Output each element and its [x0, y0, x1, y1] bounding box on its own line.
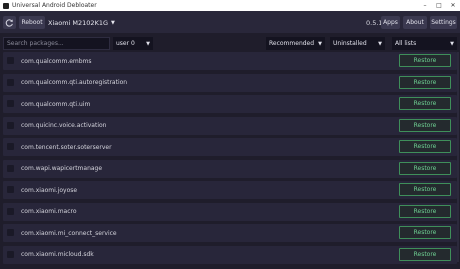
package-checkbox[interactable] [7, 143, 14, 150]
package-name: com.wapi.wapicertmanage [21, 165, 103, 172]
user-select-value: user 0 [116, 40, 135, 47]
window-controls: – □ ✕ [418, 0, 460, 11]
package-checkbox[interactable] [7, 164, 14, 172]
window-title: Universal Android Debloater [12, 2, 97, 9]
chevron-down-icon: ▼ [378, 40, 382, 47]
title-bar: Universal Android Debloater – □ ✕ [0, 0, 460, 11]
chevron-down-icon: ▼ [111, 19, 115, 26]
package-row[interactable]: com.xiaomi.micloud.sdk Restore [3, 245, 457, 264]
search-input[interactable]: Search packages... [3, 37, 110, 50]
restore-button[interactable]: Restore [399, 204, 451, 218]
package-checkbox[interactable] [7, 57, 14, 64]
package-checkbox[interactable] [7, 121, 14, 129]
package-row[interactable]: com.tencent.soter.soterserver Restore [3, 138, 457, 156]
state-select-value: Uninstalled [333, 40, 367, 47]
settings-button[interactable]: Settings [430, 16, 457, 29]
package-name: com.qualcomm.embms [21, 57, 92, 65]
about-button[interactable]: About [403, 16, 427, 29]
recommendation-select-value: Recommended [269, 40, 315, 47]
restore-button[interactable]: Restore [399, 183, 451, 196]
package-name: com.quicinc.voice.activation [21, 122, 107, 129]
restore-button[interactable]: Restore [399, 97, 451, 110]
package-row[interactable]: com.wapi.wapicertmanage Restore [3, 159, 457, 178]
package-row[interactable]: com.qualcomm.qti.uim Restore [3, 95, 457, 113]
package-row[interactable]: com.xiaomi.macro Restore [3, 202, 457, 221]
package-name: com.xiaomi.joyose [21, 186, 78, 194]
package-name: com.qualcomm.qti.uim [21, 100, 91, 108]
chevron-down-icon: ▼ [450, 40, 454, 47]
package-checkbox[interactable] [7, 100, 14, 107]
chevron-down-icon: ▼ [318, 40, 322, 47]
restore-button[interactable]: Restore [399, 118, 451, 132]
package-name: com.xiaomi.macro [21, 208, 77, 215]
list-select-value: All lists [395, 40, 417, 47]
device-selector[interactable]: Xiaomi M2102K1G ▼ [48, 16, 115, 29]
package-name: com.qualcomm.qti.autoregistration [21, 79, 128, 86]
package-row[interactable]: com.xiaomi.mi_connect_service Restore [3, 224, 457, 242]
package-row[interactable]: com.qualcomm.qti.autoregistration Restor… [3, 73, 457, 92]
package-row[interactable]: com.qualcomm.embms Restore [3, 52, 457, 70]
scrollbar[interactable] [457, 52, 459, 262]
package-checkbox[interactable] [7, 207, 14, 215]
apps-button[interactable]: Apps [381, 16, 400, 29]
restore-button[interactable]: Restore [399, 75, 451, 89]
restore-button[interactable]: Restore [399, 247, 451, 261]
restore-button[interactable]: Restore [399, 140, 451, 153]
package-name: com.xiaomi.micloud.sdk [21, 251, 94, 258]
package-name: com.xiaomi.mi_connect_service [21, 229, 117, 237]
refresh-icon [5, 19, 13, 27]
list-select[interactable]: All lists ▼ [392, 37, 457, 50]
package-checkbox[interactable] [7, 78, 14, 86]
package-checkbox[interactable] [7, 229, 14, 236]
close-icon[interactable]: ✕ [446, 0, 460, 11]
restore-button[interactable]: Restore [399, 226, 451, 239]
recommendation-select[interactable]: Recommended ▼ [266, 37, 325, 50]
user-select[interactable]: user 0 ▼ [113, 37, 153, 50]
restore-button[interactable]: Restore [399, 161, 451, 175]
app-icon [3, 2, 9, 9]
restore-button[interactable]: Restore [399, 54, 451, 67]
minimize-icon[interactable]: – [418, 0, 432, 11]
device-label: Xiaomi M2102K1G [48, 18, 109, 27]
chevron-down-icon: ▼ [146, 40, 150, 47]
package-row[interactable]: com.quicinc.voice.activation Restore [3, 116, 457, 135]
reboot-button[interactable]: Reboot [19, 16, 45, 29]
refresh-button[interactable] [3, 16, 16, 29]
package-name: com.tencent.soter.soterserver [21, 143, 112, 151]
state-select[interactable]: Uninstalled ▼ [330, 37, 385, 50]
maximize-icon[interactable]: □ [432, 0, 446, 11]
package-row[interactable]: com.xiaomi.joyose Restore [3, 181, 457, 199]
package-checkbox[interactable] [7, 186, 14, 193]
package-checkbox[interactable] [7, 250, 14, 258]
